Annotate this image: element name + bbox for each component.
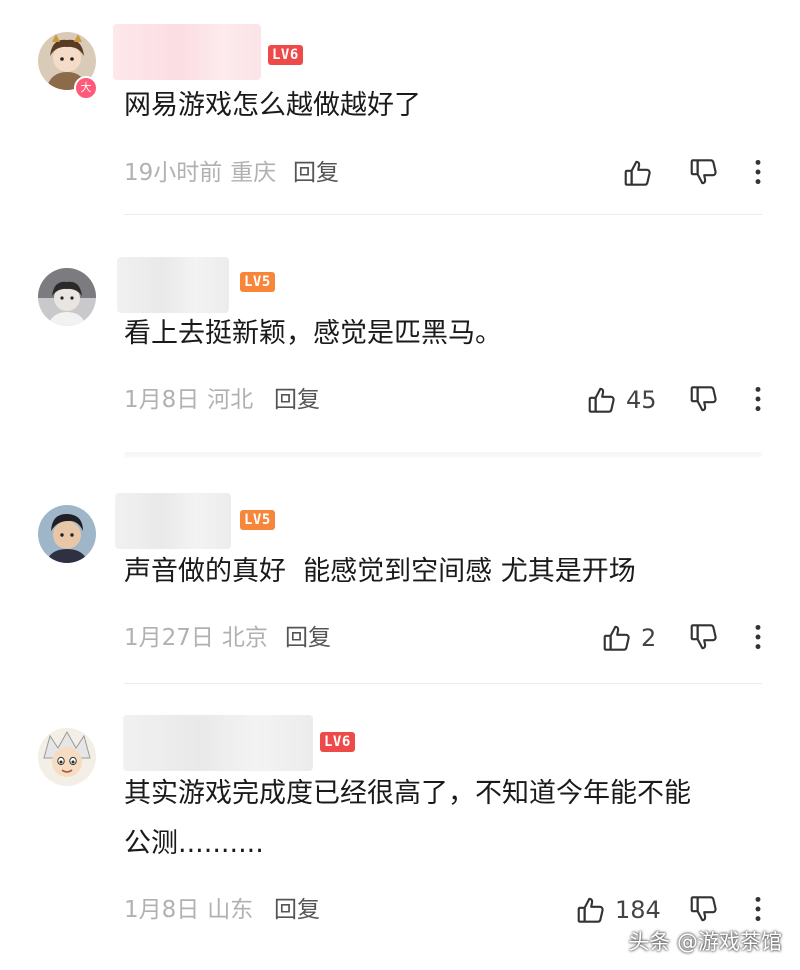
avatar[interactable] — [38, 728, 96, 786]
comment-location: 山东 — [207, 897, 254, 923]
thumbs-up-icon — [575, 894, 607, 926]
more-options-button[interactable] — [752, 893, 764, 927]
comment-text: 其实游戏完成度已经很高了，不知道今年能不能 公测.......... — [124, 778, 691, 859]
comment-item: LV6 其实游戏完成度已经很高了，不知道今年能不能 公测.......... 1… — [0, 0, 800, 970]
like-button[interactable]: 184 — [575, 893, 661, 927]
comment-time: 1月8日 — [124, 897, 200, 923]
username-redacted[interactable] — [123, 715, 313, 771]
like-count: 184 — [615, 896, 661, 924]
watermark: 头条 @游戏茶馆 — [628, 930, 782, 954]
comment-list: 大 LV6 网易游戏怎么越做越好了 19小时前 重庆 回复 LV5 看上去挺新颖… — [0, 0, 800, 970]
reply-button[interactable]: 回复 — [274, 895, 320, 925]
level-badge: LV6 — [320, 732, 355, 752]
more-vertical-icon — [752, 893, 764, 925]
thumbs-down-icon — [688, 893, 720, 925]
comment-meta: 1月8日 山东 — [124, 895, 253, 925]
dislike-button[interactable] — [688, 893, 720, 927]
